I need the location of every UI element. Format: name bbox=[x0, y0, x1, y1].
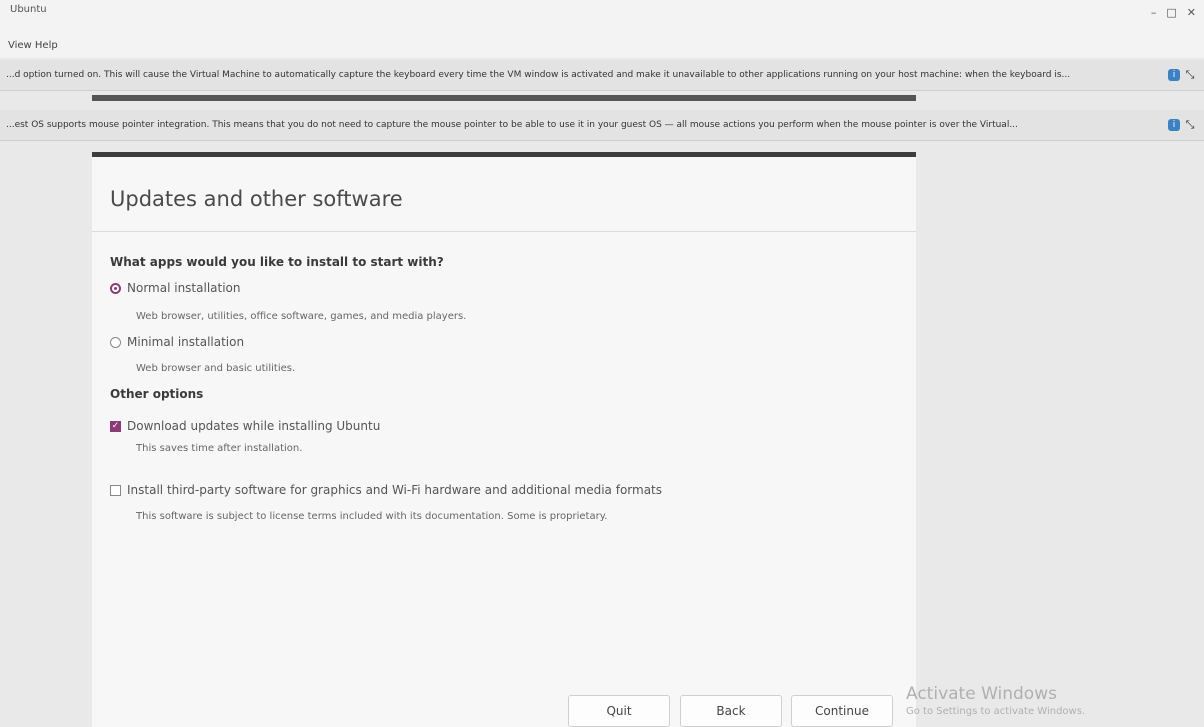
minimize-icon[interactable]: – bbox=[1151, 6, 1157, 19]
page-title: Updates and other software bbox=[110, 187, 403, 211]
normal-installation-option[interactable]: Normal installation bbox=[110, 281, 241, 295]
menu-bar[interactable]: View Help bbox=[8, 40, 58, 51]
vm-title-strip bbox=[92, 95, 916, 101]
quit-button[interactable]: Quit bbox=[568, 695, 670, 727]
radio-selected-icon[interactable] bbox=[110, 282, 121, 294]
option-desc: Web browser, utilities, office software,… bbox=[136, 311, 467, 322]
mouse-integration-notice: ...est OS supports mouse pointer integra… bbox=[0, 110, 1204, 141]
download-updates-checkbox[interactable]: ✓ Download updates while installing Ubun… bbox=[110, 419, 380, 433]
keyboard-capture-notice: ...d option turned on. This will cause t… bbox=[0, 60, 1204, 91]
minimal-installation-option[interactable]: Minimal installation bbox=[110, 335, 244, 349]
host-titlebar: Ubuntu View Help – □ ✕ bbox=[0, 0, 1204, 58]
maximize-icon[interactable]: □ bbox=[1166, 6, 1176, 19]
checkbox-label: Install third-party software for graphic… bbox=[127, 483, 663, 497]
install-question: What apps would you like to install to s… bbox=[110, 255, 444, 269]
option-label: Normal installation bbox=[127, 281, 241, 295]
info-icon[interactable]: i bbox=[1168, 119, 1180, 131]
notice-actions: i ⤡ bbox=[1160, 68, 1204, 81]
back-button[interactable]: Back bbox=[680, 695, 782, 727]
option-label: Minimal installation bbox=[127, 335, 245, 349]
notice-text: ...est OS supports mouse pointer integra… bbox=[6, 120, 1018, 130]
checkbox-desc: This software is subject to license term… bbox=[136, 511, 608, 522]
notice-text: ...d option turned on. This will cause t… bbox=[6, 70, 1071, 80]
continue-button[interactable]: Continue bbox=[791, 695, 893, 727]
checkbox-label: Download updates while installing Ubuntu bbox=[127, 419, 381, 433]
dismiss-icon[interactable]: ⤡ bbox=[1184, 118, 1196, 131]
installer-header: Updates and other software bbox=[92, 157, 916, 232]
activate-title: Activate Windows bbox=[906, 684, 1057, 704]
checkbox-desc: This saves time after installation. bbox=[136, 443, 303, 454]
close-icon[interactable]: ✕ bbox=[1187, 6, 1196, 19]
third-party-software-checkbox[interactable]: Install third-party software for graphic… bbox=[110, 483, 662, 497]
radio-icon[interactable] bbox=[110, 336, 121, 348]
installer-window: Updates and other software What apps wou… bbox=[92, 152, 916, 727]
option-desc: Web browser and basic utilities. bbox=[136, 363, 296, 374]
activate-windows-watermark: Activate Windows Go to Settings to activ… bbox=[906, 684, 1085, 717]
other-options-heading: Other options bbox=[110, 387, 204, 401]
checkbox-checked-icon[interactable]: ✓ bbox=[110, 420, 121, 432]
notice-actions: i ⤡ bbox=[1160, 118, 1204, 131]
window-controls: – □ ✕ bbox=[1151, 6, 1196, 19]
info-icon[interactable]: i bbox=[1168, 69, 1180, 81]
checkbox-icon[interactable] bbox=[110, 484, 121, 496]
dismiss-icon[interactable]: ⤡ bbox=[1184, 68, 1196, 81]
activate-subtitle: Go to Settings to activate Windows. bbox=[906, 706, 1086, 717]
window-title: Ubuntu bbox=[10, 4, 47, 15]
